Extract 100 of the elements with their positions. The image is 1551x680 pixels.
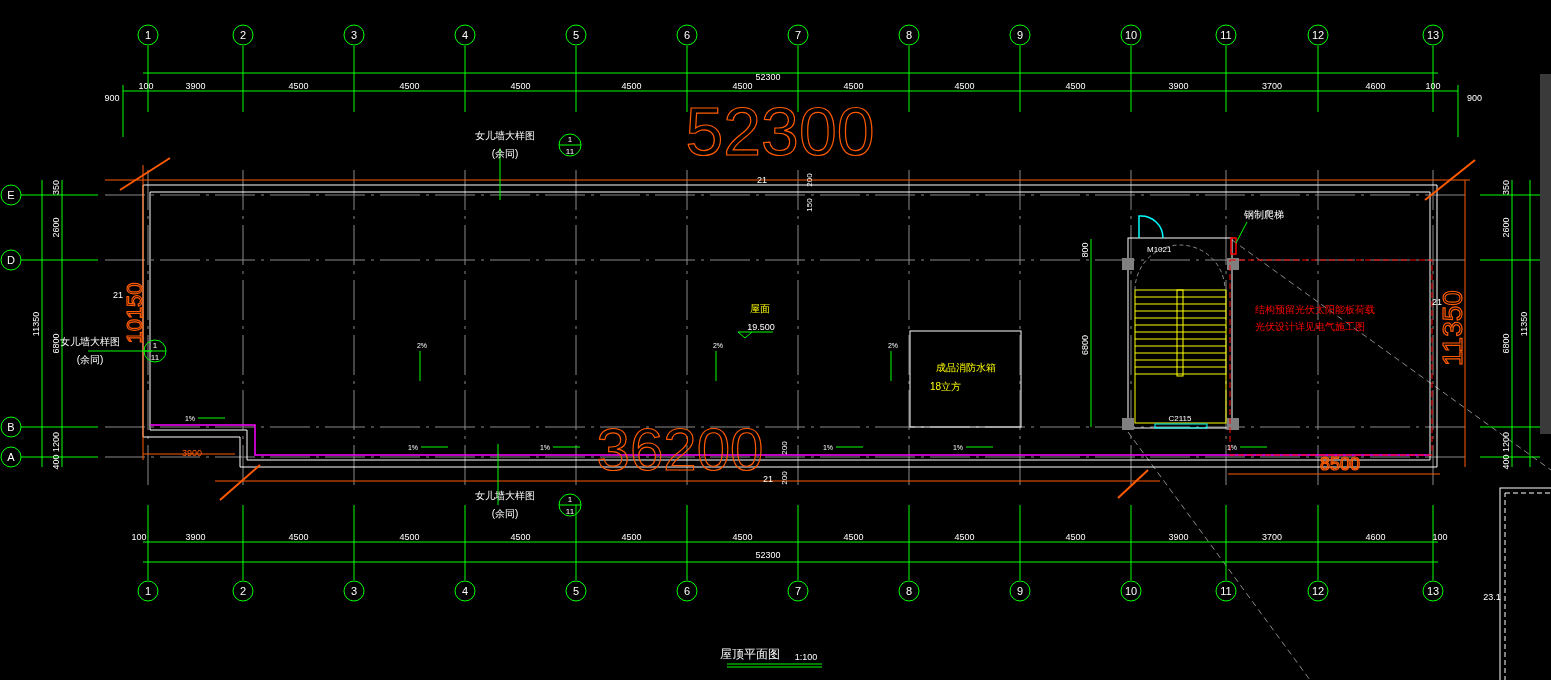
dimension-text: 4500 — [1065, 532, 1086, 542]
axis-line — [908, 45, 910, 113]
elevation-text: 19.500 — [747, 322, 775, 332]
column — [1122, 258, 1134, 270]
axis-bubble: 4 — [454, 580, 476, 602]
axis-line — [1479, 194, 1541, 196]
dimension-text: 200 — [780, 471, 789, 485]
ladder-mark — [1230, 237, 1237, 255]
axis-bubble: 8 — [898, 580, 920, 602]
dimension-text: 3700 — [1262, 81, 1282, 91]
axis-bubble: 9 — [1009, 24, 1031, 46]
axis-line — [575, 45, 577, 113]
axis-line — [1479, 259, 1541, 261]
axis-bubble: 5 — [565, 24, 587, 46]
axis-line — [797, 45, 799, 113]
water-tank-label: 18立方 — [930, 381, 962, 392]
drawing-scale: 1:100 — [794, 652, 818, 662]
dimension-text: 4500 — [510, 81, 531, 91]
dimension-text: 400 — [1501, 454, 1511, 470]
dimension-text: 4500 — [288, 532, 309, 542]
pv-note: 光伏设计详见电气施工图 — [1255, 321, 1365, 332]
axis-bubble: 6 — [676, 24, 698, 46]
dimension-text: 4500 — [732, 532, 753, 542]
axis-line — [1130, 45, 1132, 113]
dimension-text: 3900 — [185, 81, 206, 91]
dimension-text: 3900 — [1168, 81, 1189, 91]
dimension-text: 3900 — [185, 532, 206, 542]
dimension-text: 100 — [138, 81, 154, 91]
leader-line — [1235, 221, 1248, 244]
dimension-text: 4500 — [843, 532, 864, 542]
tick-mark — [219, 464, 261, 501]
dimension-text: 6800 — [1501, 333, 1511, 354]
dimension-text: 4500 — [954, 81, 975, 91]
axis-line — [1479, 426, 1541, 428]
dimension-text: 200 — [780, 441, 789, 455]
dimension-text: 6800 — [1080, 335, 1090, 355]
dimension-text: 100 — [1432, 532, 1448, 542]
axis-bubble: 13 — [1422, 24, 1444, 46]
dimension-text: 4600 — [1365, 532, 1386, 542]
axis-bubble: 6 — [676, 580, 698, 602]
level-text: 21 — [757, 175, 767, 185]
axis-bubble: 1 — [137, 580, 159, 602]
axis-line — [1479, 456, 1541, 458]
axis-line — [464, 45, 466, 113]
dimension-text: 400 — [51, 454, 61, 470]
axis-line — [147, 45, 149, 113]
dimension-text: 100 — [131, 532, 147, 542]
dimension-text: 4500 — [621, 81, 642, 91]
column — [1122, 418, 1134, 430]
annotation-text: 10150 — [122, 282, 147, 344]
drawing-title: 屋顶平面图 — [720, 647, 780, 661]
dimension-text: 4500 — [399, 532, 420, 542]
axis-line — [353, 45, 355, 113]
dimension-text: 6800 — [51, 333, 61, 354]
dimension-text: 350 — [1501, 180, 1511, 195]
pv-note: 结构预留光伏太阳能板荷载 — [1255, 304, 1375, 315]
dimension-text: 3900 — [1168, 532, 1189, 542]
axis-bubble: 9 — [1009, 580, 1031, 602]
axis-bubble: 11 — [1215, 580, 1237, 602]
dimension-text: 4500 — [1065, 81, 1086, 91]
dimension-text: 11350 — [1519, 311, 1529, 337]
roof-label: 屋面 — [750, 303, 770, 314]
water-tank-label: 成品消防水箱 — [936, 362, 996, 373]
axis-bubble: 12 — [1307, 580, 1329, 602]
detail-callout: 1 11 女儿墙大样图 (余同) — [475, 490, 582, 519]
door-swing — [1138, 215, 1164, 239]
dimension-text: 1200 — [51, 432, 61, 452]
tick-mark — [1424, 159, 1476, 201]
axis-bubble: 7 — [787, 24, 809, 46]
level-text: 21 — [1432, 297, 1442, 307]
dimension-text: 52300 — [755, 550, 781, 560]
dimension-text: 3700 — [1262, 532, 1282, 542]
elevation-mark — [737, 331, 774, 339]
axis-bubble: 10 — [1120, 24, 1142, 46]
axis-bubble: 12 — [1307, 24, 1329, 46]
axis-bubble: 13 — [1422, 580, 1444, 602]
annotation-text: 52300 — [685, 93, 875, 169]
annotation-text: 8500 — [1320, 454, 1360, 474]
dimension-text: 4500 — [843, 81, 864, 91]
tick-mark — [1117, 469, 1149, 499]
dimension-text: 800 — [1080, 242, 1090, 258]
dimension-text: 100 — [1425, 81, 1441, 91]
dimension-text: 900 — [1467, 93, 1483, 103]
dimension-text: 1200 — [1501, 432, 1511, 452]
axis-bubble: 3 — [343, 580, 365, 602]
dimension-text: 4600 — [1365, 81, 1386, 91]
level-text: 21 — [763, 474, 773, 484]
scrollbar[interactable] — [1540, 74, 1551, 434]
axis-bubble: 1 — [137, 24, 159, 46]
axis-bubble: 3 — [343, 24, 365, 46]
level-text: 21 — [113, 290, 123, 300]
level-text: 23.1 — [1483, 592, 1501, 602]
dimension-text: 2600 — [51, 217, 61, 238]
dimension-text: 4500 — [510, 532, 531, 542]
dimension-text: 200 — [805, 173, 814, 187]
leader-line — [499, 147, 501, 201]
dimension-text: 150 — [805, 198, 814, 212]
axis-bubble: E — [0, 184, 22, 206]
dimension-text: 4500 — [732, 81, 753, 91]
axis-line — [1317, 45, 1319, 113]
